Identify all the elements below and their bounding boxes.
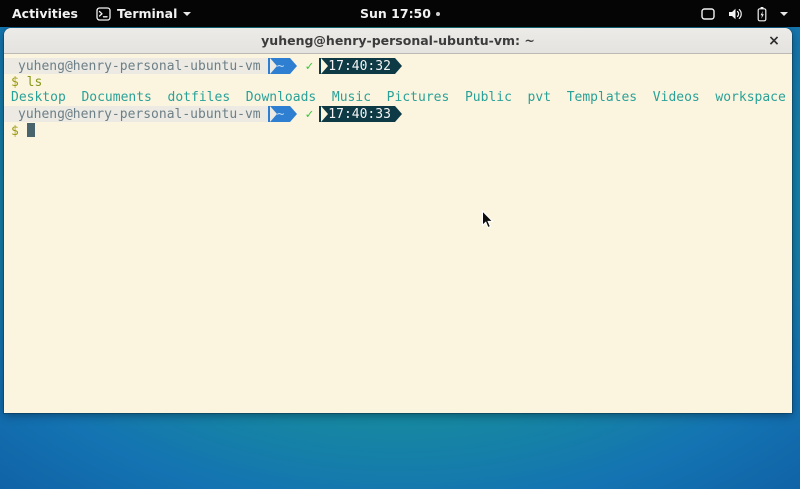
window-title: yuheng@henry-personal-ubuntu-vm: ~ xyxy=(261,33,535,48)
terminal-window: yuheng@henry-personal-ubuntu-vm: ~ × yuh… xyxy=(4,28,792,413)
powerline-arrow-icon xyxy=(270,58,277,74)
terminal-app-icon xyxy=(96,7,111,21)
battery-charging-icon xyxy=(757,6,767,22)
status-check-icon: ✓ xyxy=(297,59,319,74)
text-cursor-block xyxy=(27,123,35,137)
prompt-time: 17:40:33 xyxy=(328,107,391,122)
prompt-line: yuheng@henry-personal-ubuntu-vm ~ ✓ 17:4… xyxy=(4,57,792,75)
status-check-icon: ✓ xyxy=(297,107,319,122)
terminal-screen[interactable]: yuheng@henry-personal-ubuntu-vm ~ ✓ 17:4… xyxy=(4,54,792,412)
prompt-user-host: yuheng@henry-personal-ubuntu-vm xyxy=(4,58,268,74)
input-line[interactable]: $ xyxy=(4,123,792,138)
display-icon xyxy=(701,7,715,21)
prompt-symbol: $ xyxy=(11,124,19,139)
prompt-cwd: ~ xyxy=(277,107,285,122)
powerline-arrow-icon xyxy=(290,106,297,122)
close-icon[interactable]: × xyxy=(765,32,783,50)
powerline-arrow-icon xyxy=(290,58,297,74)
gnome-top-panel: Activities Terminal Sun 17:50 xyxy=(0,0,800,27)
prompt-user-host: yuheng@henry-personal-ubuntu-vm xyxy=(4,106,268,122)
prompt-time: 17:40:32 xyxy=(328,59,391,74)
typed-command: ls xyxy=(27,75,43,90)
chevron-down-icon xyxy=(183,12,191,16)
prompt-line: yuheng@henry-personal-ubuntu-vm ~ ✓ 17:4… xyxy=(4,105,792,123)
app-menu-terminal[interactable]: Terminal xyxy=(96,6,191,21)
window-titlebar[interactable]: yuheng@henry-personal-ubuntu-vm: ~ × xyxy=(4,28,792,54)
volume-icon xyxy=(728,7,744,21)
powerline-arrow-icon xyxy=(395,106,402,122)
powerline-arrow-icon xyxy=(321,106,328,122)
activities-button[interactable]: Activities xyxy=(12,6,78,21)
app-menu-label: Terminal xyxy=(117,6,177,21)
prompt-cwd: ~ xyxy=(277,59,285,74)
system-status-area[interactable] xyxy=(701,0,792,27)
clock-label: Sun 17:50 xyxy=(360,6,431,21)
ls-output-row: Desktop Documents dotfiles Downloads Mus… xyxy=(4,90,792,105)
powerline-arrow-icon xyxy=(321,58,328,74)
powerline-arrow-icon xyxy=(270,106,277,122)
command-line: $ ls xyxy=(4,75,792,90)
chevron-down-icon xyxy=(780,12,788,16)
notification-dot-icon xyxy=(436,12,440,16)
prompt-symbol: $ xyxy=(11,75,19,90)
powerline-arrow-icon xyxy=(395,58,402,74)
